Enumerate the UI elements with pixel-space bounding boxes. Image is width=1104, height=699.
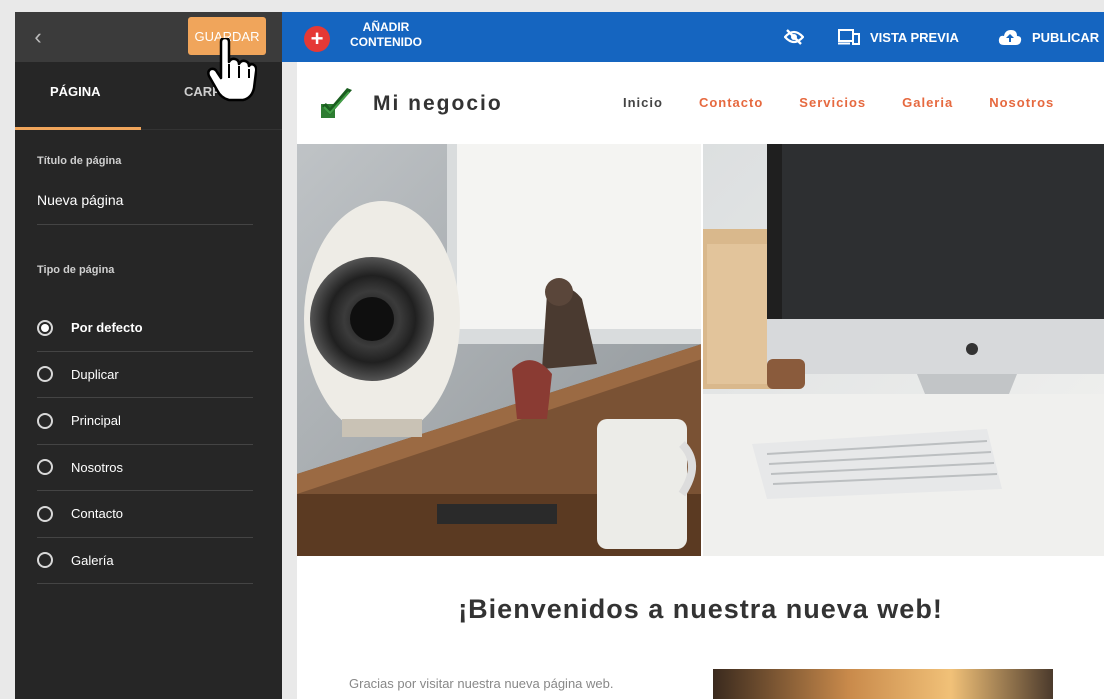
- add-label-line2: CONTENIDO: [350, 35, 422, 49]
- site-logo-text[interactable]: Mi negocio: [373, 92, 503, 116]
- radio-unchecked-icon: [37, 366, 53, 383]
- intro-text: Gracias por visitar nuestra nueva página…: [349, 676, 614, 691]
- nav-link-about[interactable]: Nosotros: [989, 95, 1054, 110]
- page-type-options: Por defecto Duplicar Principal Nosotros …: [37, 305, 253, 584]
- chevron-left-icon: ‹: [34, 24, 42, 49]
- page-title-field[interactable]: Nueva página: [37, 192, 123, 208]
- preview-label: VISTA PREVIA: [870, 29, 959, 45]
- editor-sidebar: ‹ GUARDAR PÁGINA CARPETA Título de págin…: [15, 12, 282, 699]
- radio-option-contact[interactable]: Contacto: [37, 491, 253, 538]
- nav-link-contact[interactable]: Contacto: [699, 95, 763, 110]
- radio-label: Duplicar: [71, 366, 119, 382]
- radio-option-about[interactable]: Nosotros: [37, 445, 253, 491]
- radio-label: Contacto: [71, 506, 124, 522]
- site-preview: Mi negocio Inicio Contacto Servicios Gal…: [297, 62, 1104, 699]
- publish-button[interactable]: PUBLICAR: [998, 12, 1099, 62]
- radio-option-gallery[interactable]: Galería: [37, 538, 253, 584]
- active-tab-indicator: [15, 127, 141, 130]
- add-content-button[interactable]: +: [304, 26, 330, 52]
- radio-label: Por defecto: [71, 320, 143, 336]
- nav-link-home[interactable]: Inicio: [623, 95, 663, 110]
- divider: [37, 224, 253, 225]
- radio-checked-icon: [37, 319, 53, 336]
- hand-pointer-icon: [207, 38, 257, 102]
- plus-icon: +: [304, 26, 330, 52]
- radio-option-main[interactable]: Principal: [37, 398, 253, 445]
- radio-unchecked-icon: [37, 412, 53, 429]
- site-header: Mi negocio Inicio Contacto Servicios Gal…: [297, 62, 1104, 144]
- add-content-label[interactable]: AÑADIR CONTENIDO: [350, 20, 422, 50]
- content-image: [713, 669, 1053, 699]
- hide-elements-button[interactable]: [784, 12, 804, 62]
- radio-label: Nosotros: [71, 459, 124, 475]
- radio-unchecked-icon: [37, 552, 53, 569]
- cloud-upload-icon: [998, 29, 1022, 45]
- page-title-label: Título de página: [37, 155, 122, 167]
- tab-page[interactable]: PÁGINA: [50, 84, 101, 99]
- radio-unchecked-icon: [37, 505, 53, 522]
- nav-link-gallery[interactable]: Galeria: [902, 95, 953, 110]
- eye-off-icon: [784, 29, 804, 45]
- radio-unchecked-icon: [37, 459, 53, 476]
- radio-option-duplicate[interactable]: Duplicar: [37, 352, 253, 398]
- checkmark-icon: [321, 88, 352, 118]
- nav-link-services[interactable]: Servicios: [799, 95, 866, 110]
- radio-label: Principal: [71, 413, 121, 429]
- editor-topbar: + AÑADIR CONTENIDO VISTA PREVIA PUBLICAR: [282, 12, 1104, 62]
- page-type-label: Tipo de página: [37, 264, 115, 276]
- publish-label: PUBLICAR: [1032, 29, 1100, 45]
- preview-button[interactable]: VISTA PREVIA: [838, 12, 959, 62]
- radio-option-default[interactable]: Por defecto: [37, 305, 253, 352]
- add-label-line1: AÑADIR: [362, 20, 410, 34]
- welcome-heading: ¡Bienvenidos a nuestra nueva web!: [458, 594, 943, 624]
- devices-icon: [838, 29, 860, 45]
- hero-image: [297, 144, 1104, 556]
- back-button[interactable]: ‹: [23, 22, 53, 52]
- site-nav: Inicio Contacto Servicios Galeria Nosotr…: [623, 95, 1090, 110]
- radio-label: Galería: [71, 552, 114, 568]
